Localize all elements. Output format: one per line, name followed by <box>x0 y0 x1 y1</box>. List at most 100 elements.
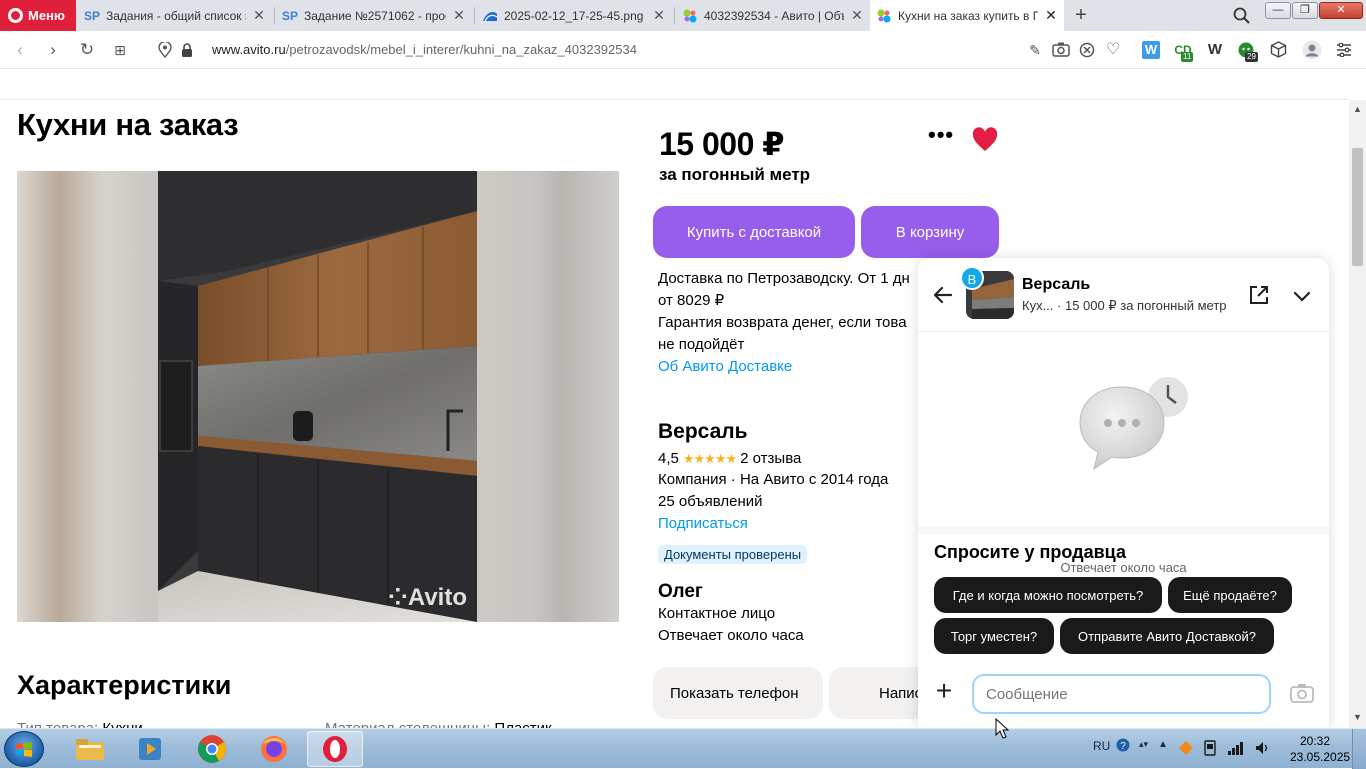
volume-icon[interactable] <box>1254 740 1270 756</box>
chevron-down-icon[interactable] <box>1292 286 1312 306</box>
rating-value: 4,5 <box>658 450 679 467</box>
sp-icon: SP <box>282 8 299 23</box>
avito-dots-icon: ⁘ <box>387 584 408 611</box>
heart-outline-icon[interactable]: ♡ <box>1104 41 1122 59</box>
seller-name[interactable]: Версаль <box>658 420 748 444</box>
arrow-left-icon[interactable] <box>931 283 955 307</box>
kitchen-photo[interactable] <box>158 171 477 622</box>
clock-time: 20:32 <box>1299 734 1331 748</box>
char-countertop: Материал столешницы: Пластик <box>325 720 552 728</box>
buy-with-delivery-button[interactable]: Купить с доставкой <box>653 206 855 258</box>
listing-title: Кухни на заказ <box>17 107 239 142</box>
quick-question-chip[interactable]: Отправите Авито Доставкой? <box>1060 618 1274 654</box>
opera-icon <box>323 736 347 762</box>
camera-icon[interactable] <box>1290 682 1314 704</box>
start-button[interactable] <box>4 731 44 767</box>
about-delivery-link[interactable]: Об Авито Доставке <box>658 356 928 378</box>
close-icon[interactable]: ✕ <box>652 7 666 24</box>
more-options-icon[interactable]: ••• <box>928 124 954 150</box>
speed-dial-icon[interactable]: ⊞ <box>110 40 130 60</box>
photo-gallery[interactable]: ⁘Avito <box>17 171 619 622</box>
char-top-label: Материал столешницы: <box>325 720 490 728</box>
tray-device-icon[interactable] <box>1203 740 1217 756</box>
menu-label: Меню <box>28 8 66 23</box>
camera-snapshot-icon[interactable] <box>1052 41 1070 57</box>
word-ext-icon[interactable]: W <box>1142 41 1160 59</box>
close-icon[interactable]: ✕ <box>850 7 864 24</box>
taskbar-opera[interactable] <box>307 731 363 767</box>
adblock-icon[interactable] <box>1079 42 1095 58</box>
response-time: Отвечает около часа <box>658 627 804 644</box>
window-close-icon[interactable]: ✕ <box>1319 2 1363 19</box>
minimize-icon[interactable]: — <box>1265 2 1291 19</box>
attach-plus-icon[interactable]: + <box>932 677 956 705</box>
tray-sort-icon[interactable]: ▴▾ <box>1139 739 1148 750</box>
add-to-cart-button[interactable]: В корзину <box>861 206 999 258</box>
page-scrollbar[interactable]: ▲ ▼ <box>1349 100 1366 728</box>
taskbar-firefox[interactable] <box>246 731 302 767</box>
close-icon[interactable]: ✕ <box>252 7 266 24</box>
scroll-up-icon[interactable]: ▲ <box>1353 104 1362 114</box>
cd-badge: 11 <box>1181 52 1194 62</box>
lock-icon[interactable] <box>181 43 193 57</box>
seller-ads-count[interactable]: 25 объявлений <box>658 493 763 510</box>
cube-ext-icon[interactable] <box>1270 41 1287 58</box>
location-pin-icon[interactable] <box>158 42 172 58</box>
sp-icon: SP <box>84 8 101 23</box>
tab-tasks-list[interactable]: SP Задания - общий список з ✕ <box>78 0 272 31</box>
message-input[interactable] <box>972 674 1271 714</box>
new-tab-icon[interactable]: + <box>1072 4 1090 26</box>
quick-question-chip[interactable]: Торг уместен? <box>934 618 1054 654</box>
taskbar-explorer[interactable] <box>62 731 118 767</box>
quick-question-chip[interactable]: Ещё продаёте? <box>1168 577 1292 613</box>
network-signal-icon[interactable] <box>1227 740 1245 756</box>
chat-item-price: · 15 000 ₽ за погонный метр <box>1057 298 1227 313</box>
tab-screenshot-png[interactable]: 2025-02-12_17-25-45.png - ✕ <box>476 0 672 31</box>
language-indicator[interactable]: RU <box>1093 739 1110 753</box>
reload-icon[interactable]: ↻ <box>77 40 97 60</box>
maximize-icon[interactable]: ❐ <box>1292 2 1318 19</box>
taskbar-chrome[interactable] <box>184 731 240 767</box>
show-phone-button[interactable]: Показать телефон <box>653 667 823 719</box>
chrome-icon <box>198 735 226 763</box>
close-icon[interactable]: ✕ <box>1044 7 1058 24</box>
quick-question-chip[interactable]: Где и когда можно посмотреть? <box>934 577 1162 613</box>
tab-title: Кухни на заказ купить в П <box>898 8 1038 23</box>
tab-kitchens-active[interactable]: Кухни на заказ купить в П ✕ <box>870 0 1064 31</box>
close-icon[interactable]: ✕ <box>452 7 466 24</box>
w-ext-icon[interactable]: W <box>1206 41 1224 59</box>
profile-icon[interactable] <box>1302 40 1322 60</box>
show-desktop-button[interactable] <box>1352 729 1366 769</box>
help-icon[interactable]: ? <box>1116 738 1130 752</box>
tab-avito-ad[interactable]: 4032392534 - Авито | Объ ✕ <box>676 0 870 31</box>
taskbar-media-player[interactable] <box>122 731 178 767</box>
show-hidden-icons-icon[interactable]: ▲ <box>1158 739 1168 750</box>
forward-icon[interactable]: › <box>43 40 63 60</box>
chat-seller-name[interactable]: Версаль <box>1022 276 1090 294</box>
opera-menu-button[interactable]: Меню <box>0 0 76 31</box>
url-field[interactable]: www.avito.ru/petrozavodsk/mebel_i_intere… <box>212 42 637 57</box>
tab-title: Задания - общий список з <box>106 8 246 23</box>
characteristics-title: Характеристики <box>17 670 232 700</box>
easy-setup-icon[interactable] <box>1336 43 1352 57</box>
tab-divider <box>474 7 475 24</box>
open-external-icon[interactable] <box>1248 284 1270 306</box>
tab-title: Задание №2571062 - прос <box>304 8 446 23</box>
tray-app-icon[interactable] <box>1178 740 1194 756</box>
system-clock[interactable]: 20:32 23.05.2025 <box>1290 733 1350 765</box>
chat-empty-state: Отвечает около часа <box>918 333 1329 575</box>
seller-rating: 4,5 ★★★★★ 2 отзыва <box>658 450 801 467</box>
favorite-heart-icon[interactable] <box>971 126 999 154</box>
delivery-info: Доставка по Петрозаводску. От 1 дн от 80… <box>658 268 928 378</box>
edit-page-icon[interactable]: ✎ <box>1026 41 1044 59</box>
scroll-thumb[interactable] <box>1352 148 1363 266</box>
url-path: /petrozavodsk/mebel_i_interer/kuhni_na_z… <box>285 42 637 57</box>
search-tabs-icon[interactable] <box>1233 7 1250 24</box>
back-icon[interactable]: ‹ <box>10 40 30 60</box>
subscribe-link[interactable]: Подписаться <box>658 515 748 532</box>
firefox-icon <box>261 736 287 762</box>
reviews-link[interactable]: 2 отзыва <box>740 450 801 467</box>
scroll-down-icon[interactable]: ▼ <box>1353 712 1362 722</box>
tab-task-2571062[interactable]: SP Задание №2571062 - прос ✕ <box>276 0 472 31</box>
kitchen-photo-image <box>158 171 477 622</box>
